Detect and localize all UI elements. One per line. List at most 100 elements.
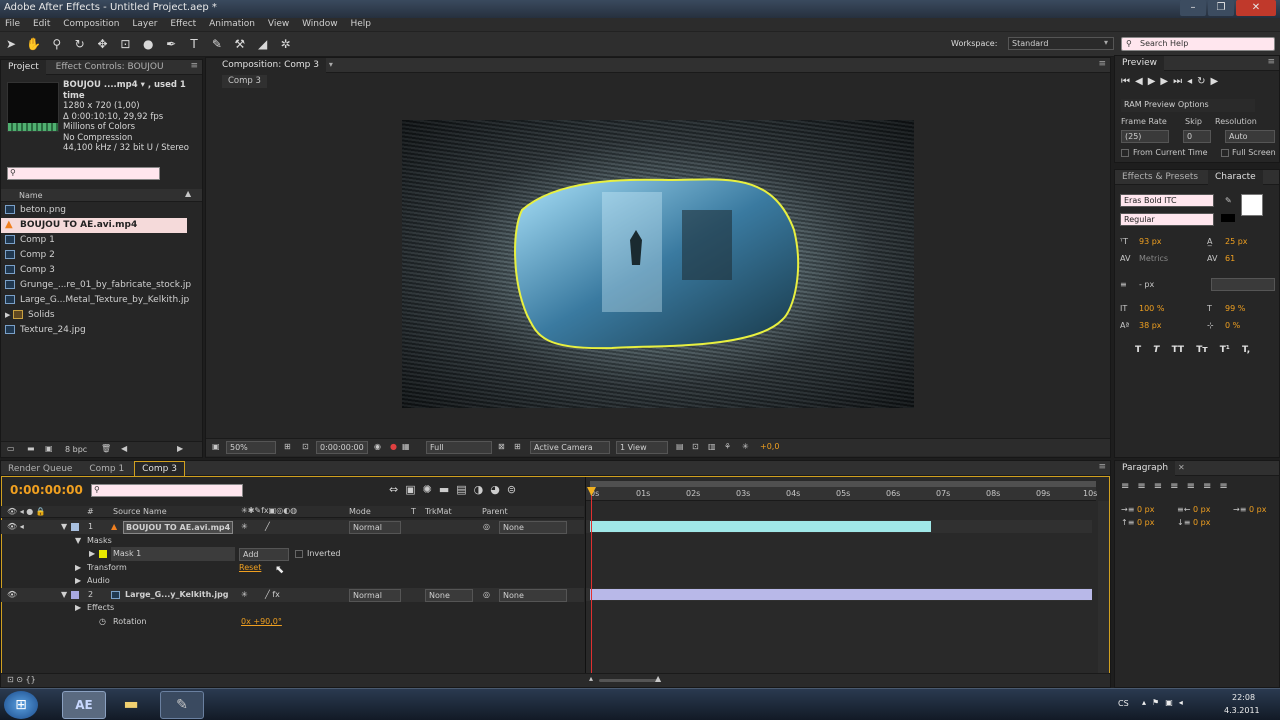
close-button[interactable]: ✕ [1236, 0, 1276, 16]
tab-render-queue[interactable]: Render Queue [1, 462, 79, 477]
exposure-value[interactable]: +0,0 [760, 442, 779, 451]
space-before-value[interactable]: 0 px [1137, 518, 1154, 527]
leading-value[interactable]: 25 px [1225, 237, 1248, 246]
parent-select[interactable]: None [499, 521, 567, 534]
eraser-tool-icon[interactable]: ◢ [254, 35, 272, 53]
pickwhip-icon[interactable]: ◎ [483, 588, 490, 602]
expand-arrow-icon[interactable]: ▶ [75, 574, 81, 588]
next-frame-icon[interactable]: ▶ [1160, 76, 1173, 87]
graph-editor-icon[interactable]: ⊜ [507, 483, 523, 496]
tab-effects-presets[interactable]: Effects & Presets [1115, 170, 1205, 185]
justify-right-icon[interactable]: ≡ [1203, 481, 1219, 492]
ellipse-tool-icon[interactable]: ● [139, 35, 157, 53]
layer-duration-bar-2[interactable] [590, 589, 1092, 600]
expand-arrow-icon[interactable]: ▶ [75, 561, 81, 575]
after-effects-taskbar-button[interactable]: AE [62, 691, 106, 719]
explorer-taskbar-button[interactable]: ▬ [110, 691, 152, 719]
motion-blur-icon[interactable]: ◑ [474, 483, 491, 496]
search-help-input[interactable]: ⚲ Search Help [1121, 37, 1275, 51]
clock-date[interactable]: 4.3.2011 [1224, 706, 1260, 715]
mask-name[interactable]: Mask 1 [111, 547, 235, 561]
bpc-label[interactable]: 8 bpc [65, 445, 87, 454]
list-item[interactable]: ▶ Solids [1, 308, 187, 323]
expand-arrow-icon[interactable]: ▶ [89, 547, 95, 561]
tab-character[interactable]: Characte [1207, 170, 1263, 185]
fast-previews-icon[interactable]: ⊡ [692, 442, 699, 451]
fill-color-swatch[interactable] [1241, 194, 1263, 216]
layer-row-2[interactable]: 👁 ▼ 2 Large_G...y_Kelkith.jpg ✳ ╱ fx Nor… [1, 588, 584, 602]
hand-tool-icon[interactable]: ✋ [25, 35, 43, 53]
collapse-switch-icon[interactable]: ✳ [241, 588, 248, 602]
superscript-button[interactable]: T¹ [1220, 345, 1230, 355]
tracking-value[interactable]: 61 [1225, 254, 1235, 263]
tsume-value[interactable]: 0 % [1225, 321, 1240, 330]
masks-group-row[interactable]: ▼ Masks [1, 534, 584, 548]
snapshot-icon[interactable]: ◉ [374, 442, 381, 451]
mask-color-swatch[interactable] [99, 550, 107, 558]
trash-icon[interactable]: 🗑 [101, 444, 111, 453]
stroke-style-select[interactable] [1211, 278, 1275, 291]
font-style-select[interactable]: Regular [1120, 213, 1214, 226]
chevron-down-icon[interactable]: ▾ [329, 60, 333, 69]
menu-view[interactable]: View [263, 18, 294, 30]
region-of-interest-icon[interactable]: ▦ [402, 442, 410, 451]
tab-comp-3[interactable]: Comp 3 [134, 461, 185, 476]
small-caps-button[interactable]: Tт [1196, 345, 1207, 355]
resolution-select[interactable]: Full [426, 441, 492, 454]
list-item[interactable]: Large_G...Metal_Texture_by_Kelkith.jp [1, 293, 189, 308]
indent-right-value[interactable]: 0 px [1193, 505, 1210, 514]
clone-stamp-icon[interactable]: ⚒ [231, 35, 249, 53]
first-line-indent-value[interactable]: 0 px [1249, 505, 1266, 514]
expand-arrow-icon[interactable]: ▼ [61, 588, 67, 602]
kerning-value[interactable]: Metrics [1139, 254, 1168, 263]
camera-tool-icon[interactable]: ✥ [94, 35, 112, 53]
layer-search-input[interactable]: ⚲ [91, 484, 243, 497]
clock-time[interactable]: 22:08 [1232, 693, 1255, 702]
ram-preview-icon[interactable]: ▶ [1211, 76, 1224, 87]
transform-row[interactable]: ▶ Transform Reset ⬉ [1, 561, 584, 576]
panel-menu-icon[interactable]: ≡ [190, 61, 198, 71]
list-item[interactable]: Comp 2 [1, 248, 187, 263]
layer-name[interactable]: Large_G...y_Kelkith.jpg [125, 588, 229, 602]
expand-arrow-icon[interactable]: ▼ [61, 520, 67, 534]
justify-center-icon[interactable]: ≡ [1187, 481, 1203, 492]
grid-icon[interactable]: ⊞ [514, 442, 521, 451]
panel-menu-icon[interactable]: ≡ [1267, 57, 1275, 67]
menu-window[interactable]: Window [297, 18, 343, 30]
app-taskbar-button[interactable]: ✎ [160, 691, 204, 719]
safe-zones-icon[interactable]: ⊞ [284, 442, 291, 451]
current-time[interactable]: 0:00:00:00 [10, 483, 83, 497]
scroll-left-icon[interactable]: ◀ [121, 444, 127, 453]
space-after-value[interactable]: 0 px [1193, 518, 1210, 527]
workspace-select[interactable]: Standard [1008, 37, 1114, 50]
draft-3d-icon[interactable]: ✺ [423, 483, 439, 496]
vertical-scale-value[interactable]: 100 % [1139, 304, 1164, 313]
quality-switch-icon[interactable]: ╱ [265, 520, 270, 534]
eye-icon[interactable]: 👁 [7, 588, 17, 602]
exposure-icon[interactable]: ✳ [742, 442, 749, 451]
mask-1-row[interactable]: ▶ Mask 1 Add Inverted [1, 547, 584, 561]
mask-visibility-icon[interactable]: ⊡ [302, 442, 309, 451]
tab-composition[interactable]: Composition: Comp 3 [206, 58, 326, 73]
last-frame-icon[interactable]: ⏭ [1173, 76, 1187, 87]
language-indicator[interactable]: CS [1118, 699, 1129, 708]
tab-comp-1[interactable]: Comp 1 [82, 462, 131, 477]
justify-all-icon[interactable]: ≡ [1219, 481, 1235, 492]
list-item[interactable]: Texture_24.jpg [1, 323, 187, 338]
menu-file[interactable]: File [0, 18, 25, 30]
menu-animation[interactable]: Animation [204, 18, 260, 30]
time-ruler[interactable]: 0s 01s 02s 03s 04s 05s 06s 07s 08s 09s 1… [586, 487, 1097, 501]
layer-name[interactable]: BOUJOU TO AE.avi.mp4 [123, 521, 234, 534]
skip-select[interactable]: 0 [1183, 130, 1211, 143]
new-comp-icon[interactable]: ▣ [45, 444, 53, 453]
list-item[interactable]: Comp 1 [1, 233, 187, 248]
audio-row[interactable]: ▶ Audio [1, 574, 584, 588]
new-folder-icon[interactable]: ▬ [27, 444, 35, 453]
zoom-out-icon[interactable]: ▴ [589, 674, 593, 683]
stroke-width-value[interactable]: - px [1139, 280, 1154, 289]
selection-tool-icon[interactable]: ➤ [2, 35, 20, 53]
menu-layer[interactable]: Layer [127, 18, 162, 30]
brainstorm-icon[interactable]: ◕ [490, 483, 507, 496]
column-name[interactable]: Name [19, 191, 43, 200]
list-item[interactable]: beton.png [1, 203, 187, 218]
